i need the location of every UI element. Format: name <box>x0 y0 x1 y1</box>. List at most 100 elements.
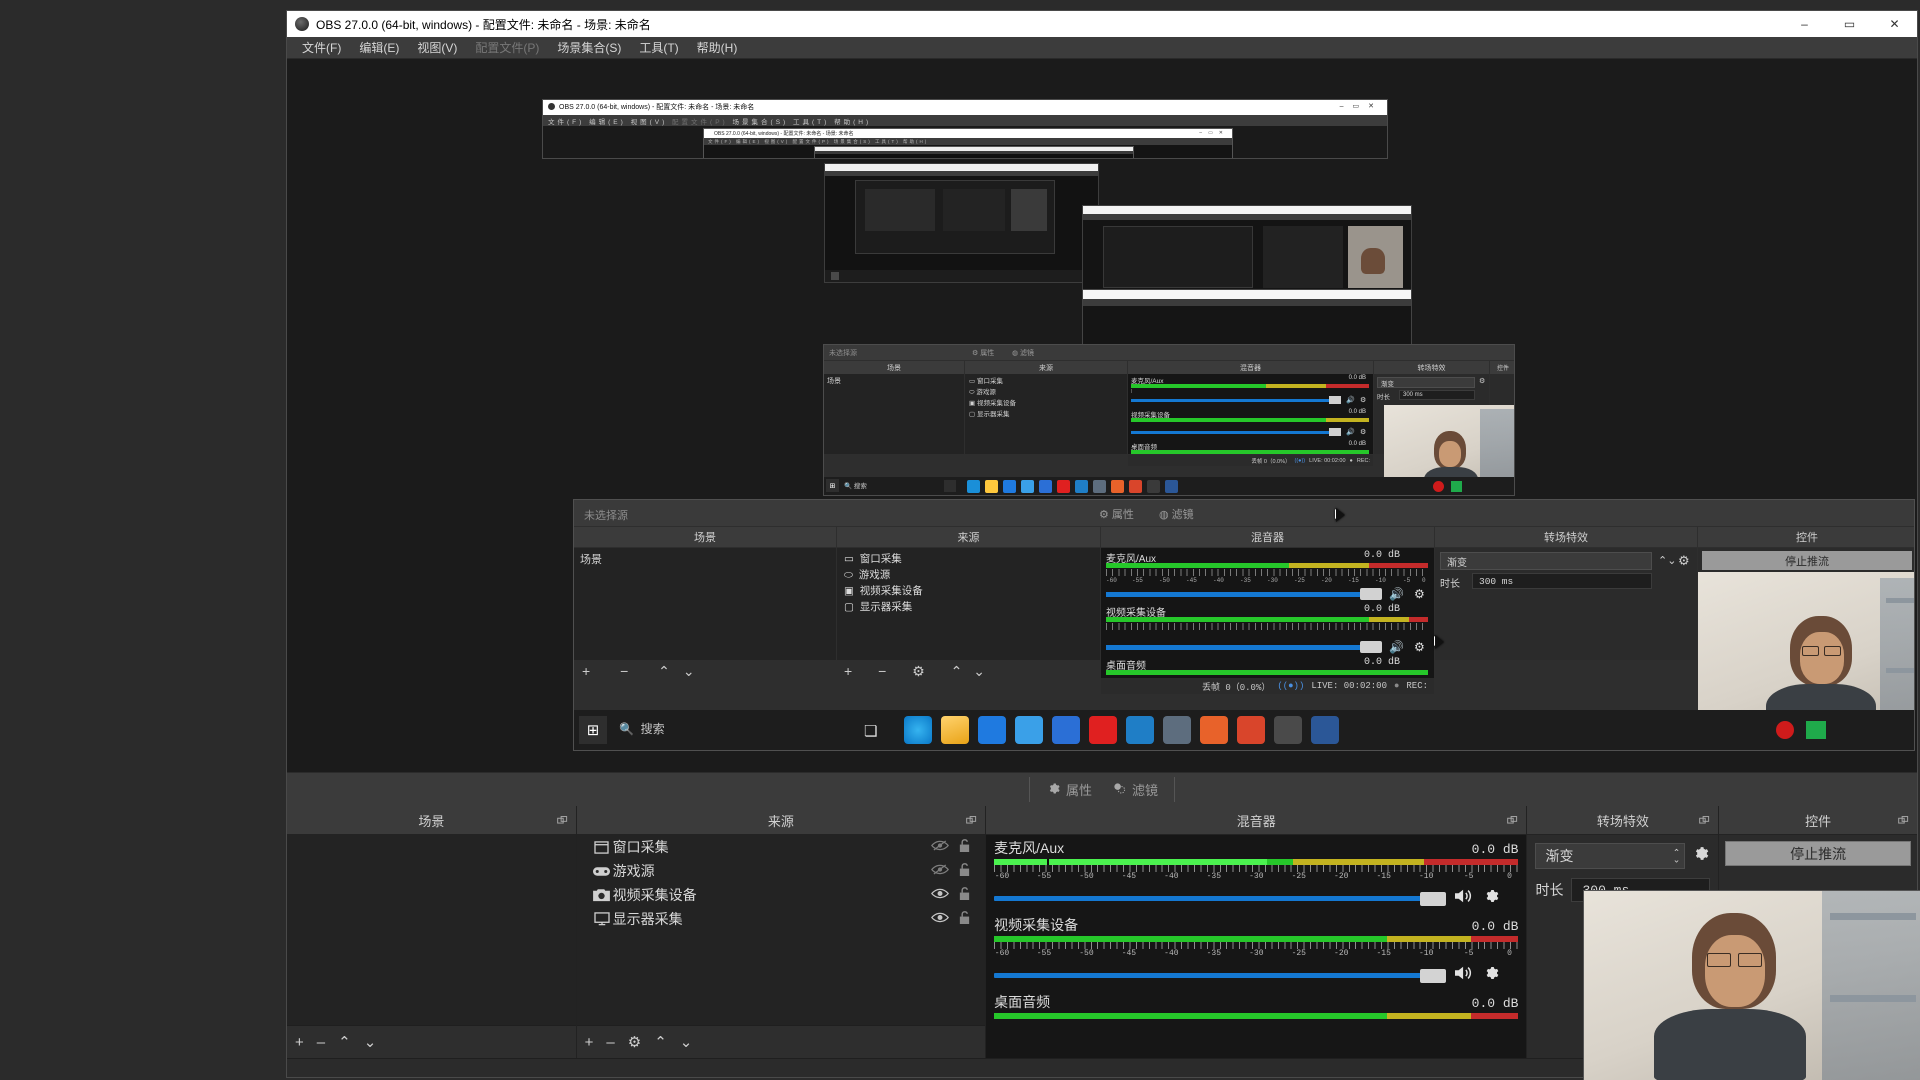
source-row-game-capture[interactable]: 游戏源 <box>577 859 986 883</box>
mixer-track-microphone[interactable]: 麦克风/Aux 0.0 dB -60 -55 -50 -45 -40 -35 -… <box>986 835 1526 912</box>
source-name: 显示器采集 <box>612 911 683 927</box>
track-name: 麦克风/Aux <box>994 840 1065 856</box>
controls-title-bar: 控件 <box>1719 806 1917 835</box>
move-source-down-icon[interactable]: ⌄ <box>680 1035 693 1050</box>
volume-slider-knob[interactable] <box>1420 968 1447 983</box>
source-properties-icon[interactable]: ⚙ <box>628 1035 641 1050</box>
sources-title-bar: 来源 <box>576 806 986 835</box>
transitions-title-bar: 转场特效 <box>1527 806 1719 835</box>
stop-streaming-button[interactable]: 停止推流 <box>1725 841 1911 866</box>
preview-area[interactable]: OBS 27.0.0 (64-bit, windows) - 配置文件: 未命名… <box>287 59 1917 772</box>
track-db-unit: dB <box>1502 996 1519 1011</box>
dock-mixer: 混音器 麦克风/Aux 0.0 dB -60 -55 -50 -45 -40 -… <box>986 806 1528 1058</box>
menu-view[interactable]: 视图(V) <box>408 37 466 58</box>
source-name: 游戏源 <box>612 863 655 879</box>
track-name: 视频采集设备 <box>994 917 1079 933</box>
gear-icon <box>1046 781 1061 799</box>
volume-slider[interactable] <box>994 891 1447 906</box>
properties-button[interactable]: 属性 <box>1036 776 1102 803</box>
scenes-title: 场景 <box>418 813 445 829</box>
track-fader-row <box>994 964 1518 987</box>
source-row-video-capture-device[interactable]: 视频采集设备 <box>577 883 986 907</box>
window-controls: – ▭ ✕ <box>1782 11 1917 37</box>
remove-scene-icon[interactable]: – <box>317 1035 325 1050</box>
source-row-display-capture[interactable]: 显示器采集 <box>577 907 986 931</box>
game-capture-icon <box>591 866 613 877</box>
mute-button-icon[interactable] <box>1453 964 1475 987</box>
transition-properties-gear-icon[interactable] <box>1691 844 1710 868</box>
mixer-body[interactable]: 麦克风/Aux 0.0 dB -60 -55 -50 -45 -40 -35 -… <box>986 835 1527 1058</box>
toolbar-divider-right <box>1174 777 1176 802</box>
minimize-button[interactable]: – <box>1782 11 1827 37</box>
transition-select[interactable]: 渐变 ⌃ ⌄ <box>1535 843 1686 869</box>
track-db-value: 0.0 <box>1471 996 1496 1011</box>
eye-visible-icon[interactable] <box>927 911 953 927</box>
mixer-track-desktop-audio[interactable]: 桌面音频 0.0 dB <box>986 989 1526 1021</box>
nested-obs-depth1: OBS 27.0.0 (64-bit, windows) - 配置文件: 未命名… <box>542 99 1388 159</box>
filters-label: 滤镜 <box>1132 783 1159 798</box>
track-db-value: 0.0 <box>1471 919 1496 934</box>
lock-open-icon[interactable] <box>953 838 975 856</box>
source-row-window-capture[interactable]: 窗口采集 <box>577 835 986 859</box>
volume-slider-knob[interactable] <box>1420 891 1447 906</box>
dock-sources: 来源 窗口采集 游戏源 视频采集设备 显示器采集 + – ⚙ ⌃ ⌄ <box>576 806 987 1058</box>
undock-icon[interactable] <box>1507 815 1518 826</box>
lock-open-icon[interactable] <box>953 886 975 904</box>
lock-open-icon[interactable] <box>953 862 975 880</box>
track-db-value: 0.0 <box>1471 842 1496 857</box>
nested-obs-depth2 <box>824 163 1099 283</box>
source-context-toolbar: 属性 滤镜 <box>287 772 1917 806</box>
scenes-toolbar: + – ⌃ ⌄ <box>287 1025 576 1058</box>
move-scene-down-icon[interactable]: ⌄ <box>364 1035 377 1050</box>
mixer-track-video-capture-device[interactable]: 视频采集设备 0.0 dB -60 -55 -50 -45 -40 -35 -3… <box>986 912 1526 989</box>
track-header: 视频采集设备 0.0 dB <box>994 915 1518 935</box>
undock-icon[interactable] <box>556 815 568 826</box>
eye-hidden-icon[interactable] <box>927 863 953 879</box>
toolbar-divider-left <box>1028 777 1030 802</box>
mouse-cursor-preview <box>1335 508 1345 522</box>
nested-obs-depth5: 未选择源 ⚙ 属性 ◍ 滤镜 场景 来源 混音器 转场特效 控件 场景 ▭ 窗口… <box>823 344 1515 496</box>
mute-button-icon[interactable] <box>1453 887 1475 910</box>
menu-edit[interactable]: 编辑(E) <box>350 37 408 58</box>
properties-label: 属性 <box>1065 783 1092 798</box>
track-level-meter: -60 -55 -50 -45 -40 -35 -30 -25 -20 -15 <box>994 936 1519 960</box>
add-source-icon[interactable]: + <box>585 1035 594 1050</box>
remove-source-icon[interactable]: – <box>606 1035 614 1050</box>
dock-scenes: 场景 + – ⌃ ⌄ <box>287 806 577 1058</box>
screen: OBS 27.0.0 (64-bit, windows) - 配置文件: 未命名… <box>0 0 1920 1080</box>
track-header: 麦克风/Aux 0.0 dB <box>994 838 1518 858</box>
undock-icon[interactable] <box>1699 815 1710 826</box>
meter-scale-labels: -60 -55 -50 -45 -40 -35 -30 -25 -20 -15 <box>994 949 1512 958</box>
add-scene-icon[interactable]: + <box>295 1035 304 1050</box>
sources-list[interactable]: 窗口采集 游戏源 视频采集设备 显示器采集 <box>576 835 986 1025</box>
volume-slider[interactable] <box>994 968 1447 983</box>
undock-icon[interactable] <box>1898 815 1909 826</box>
move-scene-up-icon[interactable]: ⌃ <box>338 1035 351 1050</box>
track-level-meter: -60 -55 -50 -45 -40 -35 -30 -25 -20 -15 <box>994 859 1519 883</box>
lock-open-icon[interactable] <box>953 910 975 928</box>
eye-hidden-icon[interactable] <box>927 839 953 855</box>
menu-bar: 文件(F) 编辑(E) 视图(V) 配置文件(P) 场景集合(S) 工具(T) … <box>287 37 1917 59</box>
eye-visible-icon[interactable] <box>927 887 953 903</box>
menu-tools[interactable]: 工具(T) <box>630 37 687 58</box>
chevron-updown-icon[interactable]: ⌃ ⌄ <box>1673 848 1681 863</box>
audio-properties-gear-icon[interactable] <box>1482 964 1500 987</box>
audio-properties-gear-icon[interactable] <box>1482 887 1500 910</box>
undock-icon[interactable] <box>966 815 977 826</box>
menu-help[interactable]: 帮助(H) <box>688 37 747 58</box>
menu-scene-collection[interactable]: 场景集合(S) <box>548 37 630 58</box>
sources-title: 来源 <box>767 813 794 829</box>
meter-scale-labels: -60 -55 -50 -45 -40 -35 -30 -25 -20 -15 <box>994 872 1512 881</box>
close-button[interactable]: ✕ <box>1872 11 1917 37</box>
window-capture-icon <box>591 840 613 854</box>
menu-file[interactable]: 文件(F) <box>293 37 350 58</box>
scenes-list[interactable] <box>287 835 576 1025</box>
track-name: 桌面音频 <box>994 994 1051 1010</box>
scenes-title-bar: 场景 <box>287 806 576 835</box>
maximize-button[interactable]: ▭ <box>1827 11 1872 37</box>
filters-button[interactable]: 滤镜 <box>1102 776 1168 803</box>
transition-selected-value: 渐变 <box>1545 848 1574 864</box>
camera-icon <box>591 888 613 902</box>
move-source-up-icon[interactable]: ⌃ <box>654 1035 667 1050</box>
track-fader-row <box>994 887 1518 910</box>
